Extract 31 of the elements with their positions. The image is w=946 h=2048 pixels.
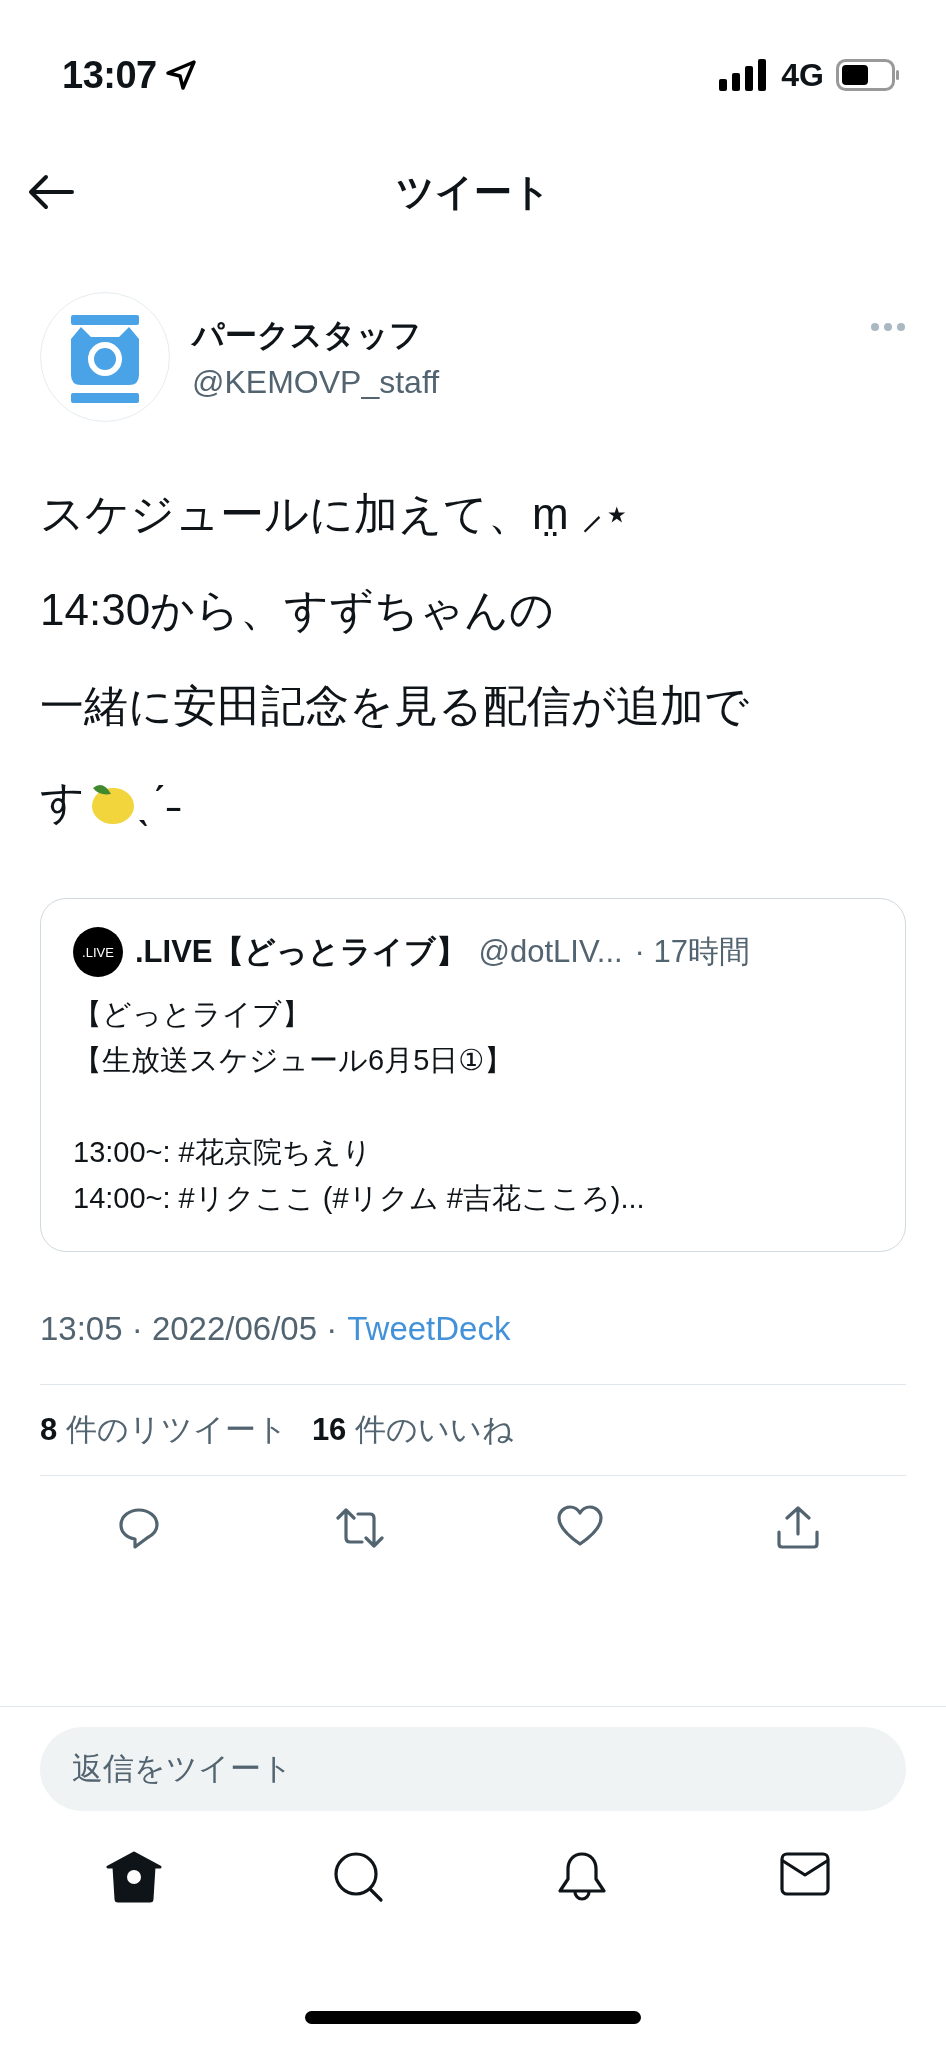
quoted-author-handle: @dotLIV... (478, 934, 623, 970)
tweet-text: す (40, 776, 85, 828)
mail-icon[interactable] (778, 1851, 831, 1897)
quoted-text: 【生放送スケジュール6月5日①】 (73, 1043, 515, 1078)
quoted-text: 【どっとライブ】 (73, 997, 312, 1032)
author-handle[interactable]: @KEMOVP_staff (192, 363, 848, 401)
network-label: 4G (781, 56, 824, 94)
status-time: 13:07 (62, 53, 157, 97)
page-title: ツイート (395, 170, 551, 213)
author-name[interactable]: パークスタッフ (192, 313, 848, 358)
quoted-avatar: .LIVE (73, 927, 123, 977)
back-button[interactable] (28, 174, 74, 210)
quoted-tweet-card[interactable]: .LIVE .LIVE【どっとライブ】 @dotLIV... · 17時間 【どっとライブ】 【生放送スケジュール6月5日①】 13:00~: #花京院ちえり 14:00~: #リクここ (#リクム #吉花こころ)... (40, 898, 906, 1252)
tweet-text: 一緒に安田記念を見る配信が追加で (40, 680, 750, 732)
tweet-text: ˎˊ˗ (137, 776, 181, 828)
stat-count[interactable]: 16 件のいいね (311, 1409, 514, 1451)
quoted-text: 13:00~: #花京院ちえり (73, 1135, 373, 1170)
location-arrow-icon (164, 59, 197, 91)
stat-count[interactable]: 8 件のリツイート (40, 1409, 288, 1451)
home-icon[interactable] (105, 1851, 162, 1903)
tweet-text: 14:30から、すずちゃんの (40, 584, 556, 636)
quoted-text: 14:00~: #リクここ (#リクム #吉花こころ)... (73, 1181, 646, 1216)
quoted-time: · 17時間 (634, 933, 751, 971)
quoted-author-name: .LIVE【どっとライブ】 (135, 933, 467, 971)
tweet-text: スケジュールに加えて、m̤ ⸝⋆ (40, 488, 632, 540)
share-icon[interactable] (774, 1504, 821, 1550)
battery-icon (836, 59, 900, 91)
like-icon[interactable] (556, 1504, 605, 1548)
tweet-timestamp: 13:05 · 2022/06/05 · (40, 1310, 338, 1348)
reply-field[interactable]: 返信をツイート (40, 1727, 906, 1811)
search-icon[interactable] (332, 1851, 385, 1905)
